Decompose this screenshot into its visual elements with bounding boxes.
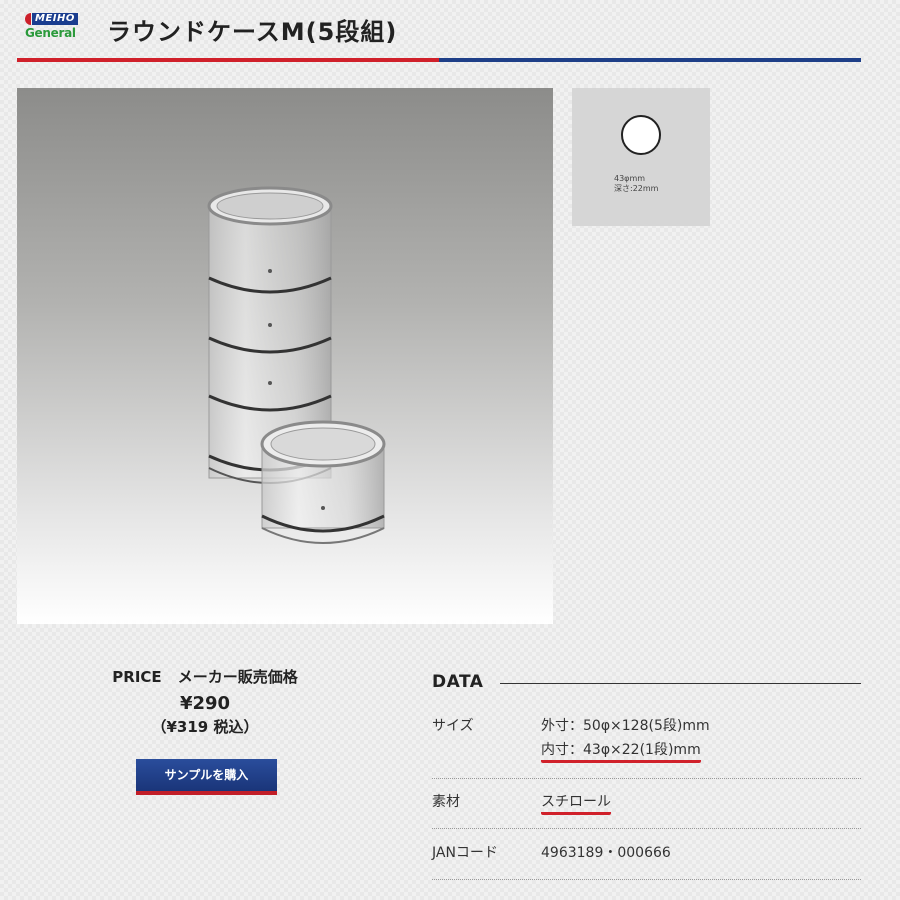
material-label: 素材: [432, 794, 460, 810]
price-tax-included: （¥319 税込）: [151, 718, 259, 736]
price-block: PRICE メーカー販売価格 ¥290 （¥319 税込）: [60, 666, 350, 737]
row-divider: [432, 879, 861, 880]
data-heading: DATA: [432, 672, 484, 692]
circle-icon: [621, 115, 661, 155]
price-heading-jp: メーカー販売価格: [177, 668, 298, 686]
dimension-thumbnail[interactable]: 43φmm 深さ:22mm: [572, 88, 710, 226]
thumb-diameter: 43φmm: [614, 174, 646, 183]
inner-size: 内寸：43φ×22(1段)mm: [541, 740, 701, 763]
material-text: スチロール: [541, 792, 611, 815]
stacked-round-cases-illustration: [207, 186, 386, 544]
row-divider: [432, 828, 861, 829]
page-title: ラウンドケースM(5段組): [107, 18, 398, 46]
outer-size: 外寸：50φ×128(5段)mm: [541, 718, 710, 734]
meiho-logo[interactable]: MEIHO General: [25, 12, 97, 42]
divider-red: [17, 58, 439, 62]
row-divider: [432, 778, 861, 779]
logo-mark-icon: [25, 12, 31, 25]
jan-value: 4963189・000666: [541, 845, 671, 861]
data-heading-rule: [500, 683, 861, 684]
size-label: サイズ: [432, 718, 474, 734]
logo-meiho-text: MEIHO: [32, 12, 78, 25]
material-value: スチロール: [541, 790, 611, 815]
logo-general-text: General: [25, 26, 76, 40]
thumbnail-spec: 43φmm 深さ:22mm: [614, 174, 658, 194]
header-divider: [17, 58, 861, 62]
product-main-image: [17, 88, 553, 624]
price-value: ¥290: [179, 693, 231, 714]
thumb-depth: 深さ:22mm: [614, 184, 659, 193]
logo-top: MEIHO: [25, 12, 78, 25]
price-heading-en: PRICE: [112, 668, 162, 686]
jan-label: JANコード: [432, 845, 498, 861]
size-value: 外寸：50φ×128(5段)mm 内寸：43φ×22(1段)mm: [541, 714, 710, 763]
page-header: MEIHO General ラウンドケースM(5段組): [17, 0, 861, 64]
buy-sample-button[interactable]: サンプルを購入: [136, 759, 277, 795]
divider-blue: [439, 58, 861, 62]
price-heading: PRICE メーカー販売価格: [60, 666, 350, 687]
